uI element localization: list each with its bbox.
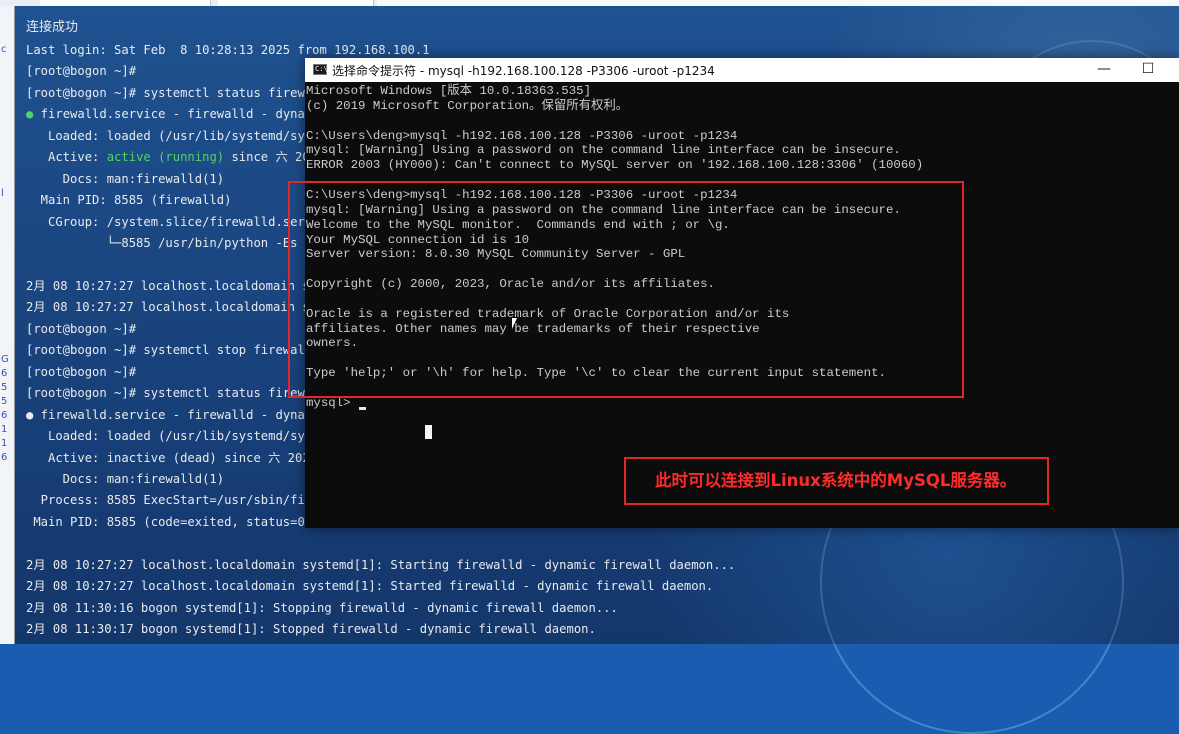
active-status: active (running) [106,150,225,165]
maximize-button[interactable]: ☐ [1125,58,1171,82]
ssh-output-line: 2月 08 10:27:27 localhost.localdomain sys… [26,579,714,594]
side-panel-mark: 1 [1,424,8,435]
ssh-output-line: [root@bogon ~]# systemctl status firewal… [26,85,335,100]
cmd-output-line: C:\Users\deng>mysql -h192.168.100.128 -P… [306,128,738,143]
mouse-caret [425,425,432,439]
side-panel-mark: 6 [1,410,8,421]
ssh-output-line: Main PID: 8585 (firewalld) [26,193,232,208]
left-side-panel: c l G 6 5 5 6 1 1 6 [0,6,15,644]
ssh-output-line: [root@bogon ~]# [26,64,137,79]
side-panel-mark: 6 [1,368,8,379]
cmd-output-line: ERROR 2003 (HY000): Can't connect to MyS… [306,158,924,173]
side-panel-mark: 6 [1,452,8,463]
ssh-output-line: Docs: man:firewalld(1) [26,472,225,486]
side-panel-mark: 1 [1,438,8,449]
cmd-titlebar[interactable]: C:\ 选择命令提示符 - mysql -h192.168.100.128 -P… [305,58,1179,82]
ssh-output-line: [root@bogon ~]# [26,364,137,379]
ssh-output-line: Last login: Sat Feb 8 10:28:13 2025 from… [26,43,430,57]
ssh-output-line: [root@bogon ~]# [26,321,137,336]
cmd-output-line: Microsoft Windows [版本 10.0.18363.535] [306,84,592,98]
minimize-button[interactable]: — [1081,58,1127,82]
annotation-note: 此时可以连接到Linux系统中的MySQL服务器。 [624,457,1049,505]
side-panel-mark: G [1,354,9,365]
side-panel-mark: 5 [1,382,8,393]
cmd-output-line: mysql> [306,395,359,410]
cmd-output-line: (c) 2019 Microsoft Corporation。保留所有权利。 [306,98,629,113]
cmd-output-line: mysql: [Warning] Using a password on the… [306,143,901,158]
ssh-output-line: 2月 08 10:27:27 localhost.localdomain sys… [26,557,736,572]
ssh-output-line: [root@bogon ~]# systemctl stop firewalld [26,343,320,358]
mouse-pointer-icon [512,318,517,329]
text-cursor [359,407,366,410]
cmd-window-title: 选择命令提示符 - mysql -h192.168.100.128 -P3306… [332,64,715,78]
connection-status: 连接成功 [26,20,79,35]
side-panel-mark: c [1,44,7,55]
side-panel-mark: 5 [1,396,8,407]
ssh-output-line: Docs: man:firewalld(1) [26,171,225,186]
side-panel-mark: l [1,188,4,199]
highlight-box [288,181,964,398]
ssh-output-line: 2月 08 11:30:16 bogon systemd[1]: Stoppin… [26,600,618,615]
cmd-icon: C:\ [313,64,328,75]
ssh-output-line: 2月 08 11:30:17 bogon systemd[1]: Stopped… [26,622,596,637]
